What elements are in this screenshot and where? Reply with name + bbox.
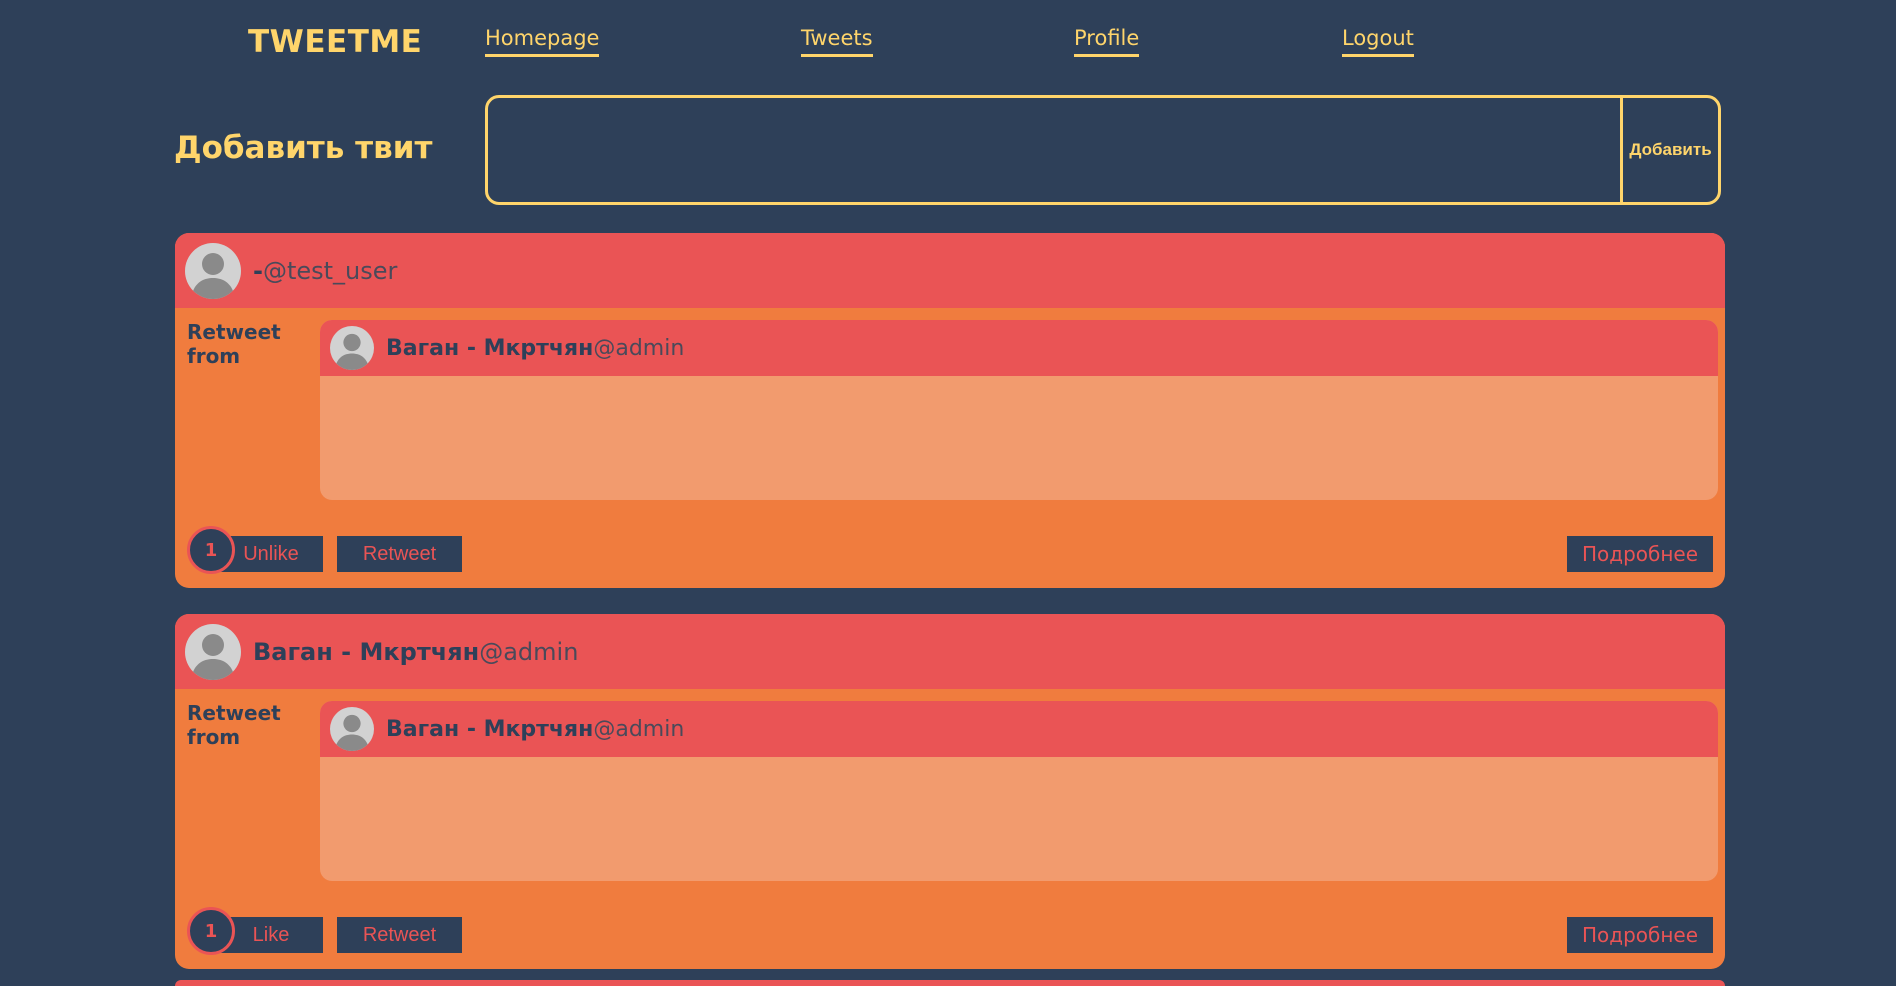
retweet-button[interactable]: Retweet [337, 536, 462, 572]
avatar-icon[interactable] [330, 707, 374, 751]
page: TWEETME Homepage Tweets Profile Logout Д… [0, 0, 1896, 986]
retweet-from-label: Retweet from [187, 701, 281, 749]
author-handle: @admin [593, 335, 685, 361]
retweeted-header: Ваган - Мкртчян@admin [320, 320, 1718, 376]
author-name: Ваган - Мкртчян [386, 335, 594, 361]
tweet-composer: Добавить [485, 95, 1721, 205]
tweet-card: -@test_user Retweet from Ваган - Мкртчян… [175, 233, 1725, 588]
details-button[interactable]: Подробнее [1567, 536, 1713, 572]
tweet-actions: 1 Like Retweet Подробнее [187, 907, 1713, 955]
avatar-icon[interactable] [185, 242, 241, 299]
composer-title: Добавить твит [174, 130, 433, 166]
author-handle: @admin [593, 716, 685, 742]
author-name: Ваган - Мкртчян [386, 716, 594, 742]
tweet-author[interactable]: -@test_user [253, 257, 397, 285]
like-count-badge: 1 [187, 907, 235, 955]
author-handle: @test_user [262, 256, 398, 285]
retweeted-tweet: Ваган - Мкртчян@admin [320, 320, 1718, 500]
tweet-input[interactable] [488, 98, 1620, 202]
tweet-header: Ваган - Мкртчян@admin [175, 614, 1725, 689]
nav-tweets[interactable]: Tweets [801, 26, 873, 57]
nav-profile[interactable]: Profile [1074, 26, 1140, 57]
nav-logout[interactable]: Logout [1342, 26, 1414, 57]
avatar-icon[interactable] [185, 623, 241, 680]
retweeted-author[interactable]: Ваган - Мкртчян@admin [386, 717, 684, 742]
tweet-body: Retweet from Ваган - Мкртчян@admin 1 Lik… [175, 689, 1725, 969]
retweet-from-label: Retweet from [187, 320, 281, 368]
author-name: - [253, 256, 263, 285]
nav-homepage[interactable]: Homepage [485, 26, 600, 57]
retweeted-author[interactable]: Ваган - Мкртчян@admin [386, 336, 684, 361]
tweet-header: -@test_user [175, 233, 1725, 308]
brand-logo[interactable]: TWEETME [248, 24, 422, 60]
author-name: Ваган - Мкртчян [253, 637, 480, 666]
next-tweet-card-edge [175, 980, 1725, 986]
retweeted-tweet: Ваган - Мкртчян@admin [320, 701, 1718, 881]
add-tweet-button[interactable]: Добавить [1620, 98, 1718, 202]
tweet-author[interactable]: Ваган - Мкртчян@admin [253, 638, 578, 666]
retweet-button[interactable]: Retweet [337, 917, 462, 953]
details-button[interactable]: Подробнее [1567, 917, 1713, 953]
tweet-card: Ваган - Мкртчян@admin Retweet from Ваган… [175, 614, 1725, 969]
tweet-actions: 1 Unlike Retweet Подробнее [187, 526, 1713, 574]
avatar-icon[interactable] [330, 326, 374, 370]
like-count-badge: 1 [187, 526, 235, 574]
tweet-body: Retweet from Ваган - Мкртчян@admin 1 Unl… [175, 308, 1725, 588]
author-handle: @admin [479, 637, 579, 666]
retweeted-header: Ваган - Мкртчян@admin [320, 701, 1718, 757]
